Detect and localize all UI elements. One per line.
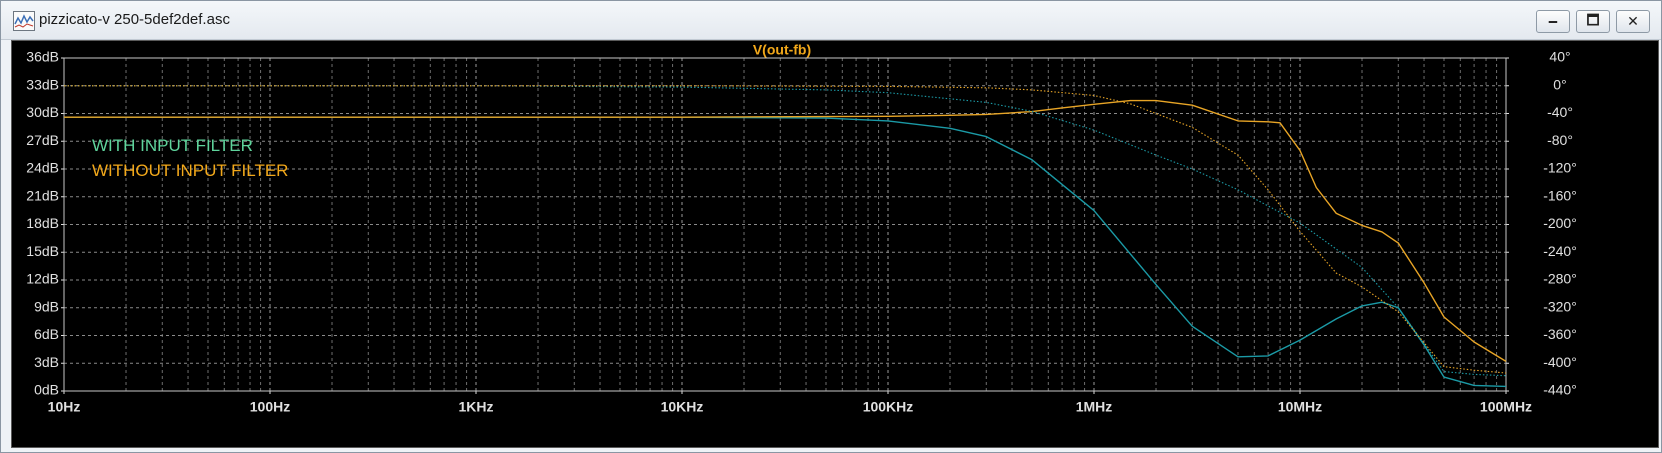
x-tick-label: 10Hz (48, 399, 81, 415)
y-left-tick-label: 27dB (26, 132, 59, 148)
legend-without-filter: WITHOUT INPUT FILTER (92, 161, 288, 180)
series-line-4 (64, 85, 1507, 374)
x-tick-label: 100Hz (250, 399, 290, 415)
y-left-tick-label: 0dB (34, 382, 59, 398)
minimize-icon: 🗕 (1548, 11, 1558, 28)
y-right-tick-label: -160° (1543, 187, 1577, 203)
y-right-tick-label: -200° (1543, 215, 1577, 231)
chart-title: V(out-fb) (753, 42, 811, 58)
series-line-2 (64, 99, 1507, 362)
x-tick-label: 10KHz (661, 399, 704, 415)
y-left-tick-label: 18dB (26, 215, 59, 231)
y-right-tick-label: -280° (1543, 271, 1577, 287)
y-left-tick-label: 21dB (26, 187, 59, 203)
legend-with-filter: WITH INPUT FILTER (92, 136, 253, 155)
legend: WITH INPUT FILTER WITHOUT INPUT FILTER (92, 136, 288, 180)
y-left-tick-label: 33dB (26, 76, 59, 92)
x-tick-label: 1MHz (1076, 399, 1113, 415)
axes: V(out-fb) 36dB 33dB 30dB 27dB 24dB 21dB 18dB 15… (26, 42, 1577, 415)
y-right-tick-label: 0° (1553, 76, 1566, 92)
y-left-tick-label: 36dB (26, 49, 59, 65)
y-right-tick-label: -360° (1543, 326, 1577, 342)
maximize-icon: 🗖 (1586, 11, 1600, 28)
y-right-tick-label: -320° (1543, 298, 1577, 314)
y-left-tick-label: 24dB (26, 160, 59, 176)
y-right-tick-label: -240° (1543, 243, 1577, 259)
y-right-tick-label: -120° (1543, 160, 1577, 176)
plot-window: pizzicato-v 250-5def2def.asc 🗕 🗖 ✕ V(out… (0, 0, 1662, 453)
waveform-plot-icon (13, 11, 35, 31)
close-icon: ✕ (1627, 13, 1639, 29)
y-left-tick-label: 9dB (34, 298, 59, 314)
y-left-tick-label: 3dB (34, 354, 59, 370)
y-right-tick-label: -400° (1543, 354, 1577, 370)
y-right-tick-label: -440° (1543, 382, 1577, 398)
y-right-tick-label: -80° (1547, 132, 1573, 148)
x-tick-label: 100KHz (863, 399, 914, 415)
window-title: pizzicato-v 250-5def2def.asc (39, 11, 230, 28)
y-left-tick-label: 12dB (26, 271, 59, 287)
plot-area[interactable]: V(out-fb) 36dB 33dB 30dB 27dB 24dB 21dB 18dB 15… (11, 40, 1659, 448)
series (64, 85, 1507, 388)
x-tick-label: 100MHz (1480, 399, 1532, 415)
close-button[interactable]: ✕ (1616, 10, 1650, 33)
maximize-button[interactable]: 🗖 (1576, 10, 1610, 33)
x-tick-label: 1KHz (458, 399, 493, 415)
x-tick-label: 10MHz (1278, 399, 1322, 415)
y-right-tick-label: -40° (1547, 104, 1573, 120)
grid (63, 57, 1507, 392)
y-left-tick-label: 15dB (26, 243, 59, 259)
title-bar[interactable]: pizzicato-v 250-5def2def.asc 🗕 🗖 ✕ (1, 1, 1661, 40)
y-left-tick-label: 30dB (26, 104, 59, 120)
bode-plot[interactable]: V(out-fb) 36dB 33dB 30dB 27dB 24dB 21dB 18dB 15… (12, 41, 1658, 447)
y-right-tick-label: 40° (1549, 49, 1570, 65)
series-line-3 (64, 85, 1507, 377)
minimize-button[interactable]: 🗕 (1536, 10, 1570, 33)
y-left-tick-label: 6dB (34, 326, 59, 342)
